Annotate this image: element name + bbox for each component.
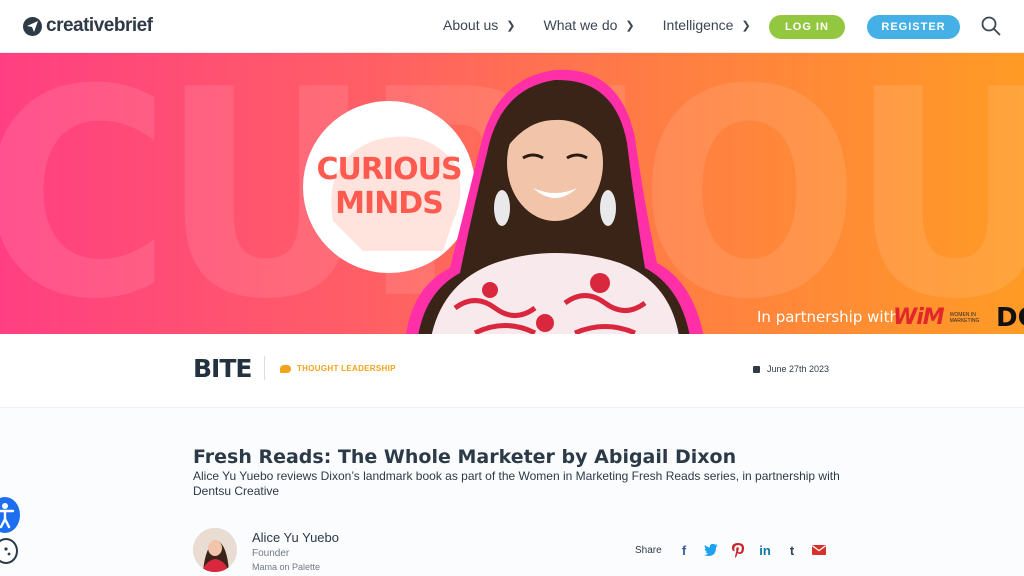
article-subtitle: Alice Yu Yuebo reviews Dixon’s landmark … (193, 469, 840, 498)
partnership-text: In partnership with (757, 308, 899, 326)
paper-plane-icon (23, 16, 42, 36)
date-label: June 27th 2023 (767, 364, 830, 374)
login-button[interactable]: LOG IN (769, 15, 845, 39)
chevron-right-icon: ❯ (741, 19, 751, 32)
email-icon[interactable] (811, 542, 827, 558)
search-icon[interactable] (981, 16, 1001, 36)
author-role: Founder (252, 548, 290, 559)
nav-item-label: What we do (543, 17, 618, 33)
chevron-right-icon: ❯ (625, 19, 635, 32)
featured-person-photo (395, 58, 705, 334)
pinterest-icon[interactable] (730, 542, 746, 558)
chevron-right-icon: ❯ (506, 19, 516, 32)
nav-item-about-us[interactable]: About us ❯ (443, 17, 515, 33)
nav-item-label: Intelligence (662, 17, 734, 33)
cookie-settings-button[interactable] (0, 538, 18, 564)
wim-mark: WiM (893, 305, 945, 330)
main-nav: About us ❯ What we do ❯ Intelligence ❯ (443, 17, 779, 33)
hero-banner: CURIOUS MINDS CURIOUS MINDS (0, 53, 1024, 334)
share-icons: f in t (676, 542, 827, 558)
dentsu-creative-logo: DC (996, 303, 1024, 333)
nav-item-label: About us (443, 17, 499, 33)
share-label: Share (635, 545, 662, 556)
avatar[interactable] (193, 528, 237, 572)
speech-bubble-icon (280, 364, 291, 373)
linkedin-icon[interactable]: in (757, 542, 773, 558)
twitter-icon[interactable] (703, 542, 719, 558)
strip-divider (264, 356, 265, 380)
calendar-icon (753, 365, 760, 373)
nav-item-what-we-do[interactable]: What we do ❯ (543, 17, 634, 33)
article-meta-strip (0, 334, 1024, 408)
women-in-marketing-logo: WiM WOMEN IN MARKETING (893, 305, 986, 330)
nav-item-intelligence[interactable]: Intelligence ❯ (663, 17, 751, 33)
article-title: Fresh Reads: The Whole Marketer by Abiga… (193, 446, 737, 468)
logo-text: creativebrief (46, 15, 153, 36)
author-name[interactable]: Alice Yu Yuebo (252, 530, 339, 545)
creativebrief-logo[interactable]: creativebrief (23, 15, 153, 37)
author-organization: Mama on Palette (252, 562, 321, 572)
category-label: THOUGHT LEADERSHIP (297, 364, 396, 373)
top-navigation-bar: creativebrief About us ❯ What we do ❯ In… (0, 0, 1024, 53)
publish-date: June 27th 2023 (753, 364, 829, 374)
facebook-icon[interactable]: f (676, 542, 692, 558)
wim-subtext: WOMEN IN MARKETING (949, 311, 980, 324)
register-button[interactable]: REGISTER (867, 15, 960, 39)
accessibility-button[interactable] (0, 497, 20, 533)
bite-logo[interactable]: BITE (193, 354, 252, 383)
category-tag[interactable]: THOUGHT LEADERSHIP (280, 364, 396, 373)
tumblr-icon[interactable]: t (784, 542, 800, 558)
